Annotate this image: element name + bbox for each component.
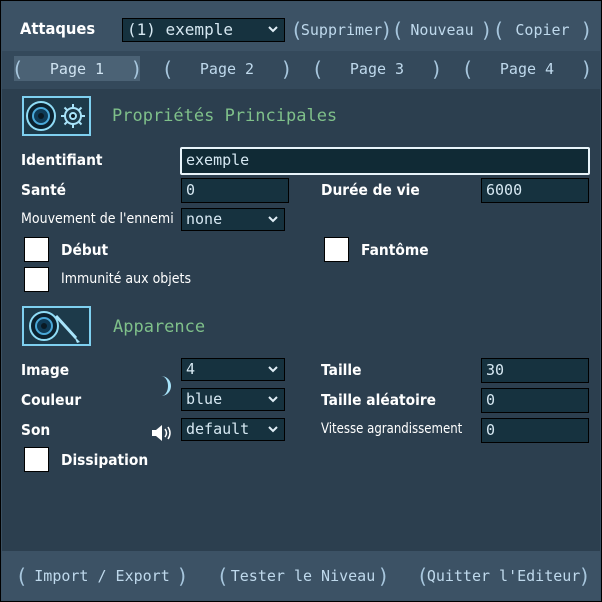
start-label: Début bbox=[61, 241, 109, 259]
item-immunity-label: Immunité aux objets bbox=[61, 271, 192, 287]
delete-button[interactable]: (Supprimer) bbox=[293, 16, 390, 44]
tab-page-2[interactable]: (Page 2) bbox=[164, 56, 290, 81]
tab-label: Page 3 bbox=[349, 59, 405, 78]
image-select-value: 4 bbox=[186, 360, 196, 378]
lifetime-field[interactable]: 6000 bbox=[481, 178, 589, 203]
growth-speed-field[interactable]: 0 bbox=[481, 418, 589, 443]
import-export-button[interactable]: (Import / Export) bbox=[18, 562, 186, 590]
quit-editor-label: Quitter l'Editeur bbox=[426, 567, 581, 585]
crescent-icon bbox=[161, 376, 171, 396]
sound-select[interactable]: default bbox=[181, 418, 285, 441]
tab-label: Page 4 bbox=[499, 59, 555, 78]
editor-window: Attaques (1) exemple (Supprimer) (Nouvea… bbox=[1, 1, 601, 601]
tab-label: Page 1 bbox=[49, 59, 105, 78]
growth-speed-label: Vitesse agrandissement bbox=[321, 421, 463, 437]
tab-label: Page 2 bbox=[199, 59, 255, 78]
color-label: Couleur bbox=[21, 391, 82, 409]
tab-page-3[interactable]: (Page 3) bbox=[314, 56, 440, 81]
attack-select[interactable]: (1) exemple bbox=[122, 18, 285, 42]
movement-label: Mouvement de l'ennemi bbox=[21, 211, 174, 227]
import-export-label: Import / Export bbox=[34, 567, 170, 585]
attack-select-value: (1) exemple bbox=[127, 20, 233, 39]
health-field[interactable]: 0 bbox=[181, 178, 289, 203]
chevron-down-icon bbox=[268, 216, 278, 223]
color-select-value: blue bbox=[186, 390, 223, 408]
test-level-label: Tester le Niveau bbox=[230, 567, 376, 585]
delete-button-label: Supprimer bbox=[300, 21, 383, 39]
ghost-checkbox[interactable] bbox=[324, 237, 349, 262]
image-label: Image bbox=[21, 361, 70, 379]
item-immunity-checkbox[interactable] bbox=[24, 267, 49, 292]
image-select[interactable]: 4 bbox=[181, 358, 285, 381]
start-checkbox[interactable] bbox=[24, 237, 49, 262]
tab-page-4[interactable]: (Page 4) bbox=[464, 56, 590, 81]
spiral-gear-icon bbox=[22, 96, 91, 136]
spiral-brush-icon bbox=[22, 306, 91, 346]
speaker-icon[interactable] bbox=[151, 424, 173, 442]
lifetime-label: Durée de vie bbox=[321, 181, 420, 199]
chevron-down-icon bbox=[268, 366, 278, 373]
copy-button-label: Copier bbox=[515, 21, 570, 39]
identifier-field[interactable]: exemple bbox=[180, 147, 590, 175]
dissipation-checkbox[interactable] bbox=[24, 447, 49, 472]
ghost-label: Fantôme bbox=[361, 241, 429, 259]
chevron-down-icon bbox=[268, 26, 278, 33]
test-level-button[interactable]: (Tester le Niveau) bbox=[219, 562, 387, 590]
size-field[interactable]: 30 bbox=[481, 358, 589, 383]
copy-button[interactable]: (Copier) bbox=[495, 16, 590, 44]
movement-select[interactable]: none bbox=[181, 208, 285, 231]
new-button-label: Nouveau bbox=[410, 21, 474, 39]
new-button[interactable]: (Nouveau) bbox=[394, 16, 490, 44]
attacks-title: Attaques bbox=[20, 19, 96, 38]
random-size-label: Taille aléatoire bbox=[321, 391, 436, 409]
size-label: Taille bbox=[321, 361, 362, 379]
section-title-appearance: Apparence bbox=[113, 317, 206, 337]
movement-select-value: none bbox=[186, 210, 223, 228]
quit-editor-button[interactable]: (Quitter l'Editeur) bbox=[419, 562, 588, 590]
section-title-main: Propriétés Principales bbox=[112, 106, 338, 126]
tab-page-1[interactable]: (Page 1) bbox=[14, 56, 140, 81]
sound-label: Son bbox=[21, 421, 51, 439]
random-size-field[interactable]: 0 bbox=[481, 388, 589, 413]
chevron-down-icon bbox=[268, 426, 278, 433]
identifier-label: Identifiant bbox=[21, 151, 103, 169]
chevron-down-icon bbox=[268, 396, 278, 403]
sound-select-value: default bbox=[186, 420, 250, 438]
color-select[interactable]: blue bbox=[181, 388, 285, 411]
dissipation-label: Dissipation bbox=[61, 451, 149, 469]
health-label: Santé bbox=[21, 181, 67, 199]
